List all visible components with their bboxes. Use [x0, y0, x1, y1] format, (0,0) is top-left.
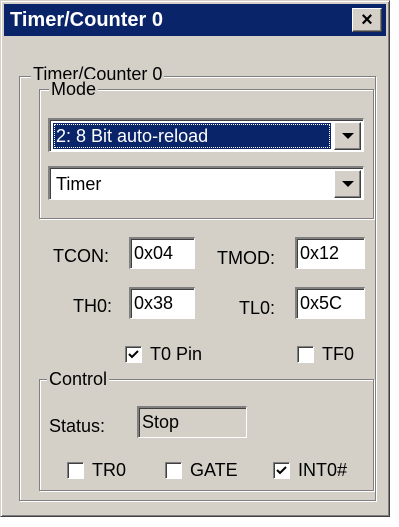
- chevron-down-icon: [341, 133, 354, 139]
- checkmark-icon: [128, 349, 139, 358]
- close-icon: ×: [361, 9, 373, 31]
- int0-label: INT0#: [298, 460, 348, 480]
- mode-select-value: 2: 8 Bit auto-reload: [53, 123, 331, 149]
- tr0-label: TR0: [92, 460, 127, 480]
- type-select-value: Timer: [56, 174, 102, 194]
- control-group-label: Control: [47, 369, 110, 389]
- mode-select[interactable]: 2: 8 Bit auto-reload: [48, 118, 364, 152]
- tr0-box[interactable]: [67, 461, 84, 479]
- t0-pin-label: T0 Pin: [150, 344, 203, 364]
- tl0-field[interactable]: 0x5C: [295, 287, 365, 319]
- type-dropdown-button[interactable]: [334, 170, 361, 198]
- t0-pin-box[interactable]: [125, 345, 142, 363]
- close-button[interactable]: ×: [352, 8, 382, 32]
- chevron-down-icon: [341, 181, 354, 187]
- int0-checkbox[interactable]: INT0#: [273, 459, 347, 481]
- status-field: Stop: [137, 406, 247, 438]
- tmod-field[interactable]: 0x12: [295, 237, 365, 269]
- gate-label: GATE: [190, 460, 238, 480]
- tmod-label: TMOD:: [217, 248, 275, 268]
- mode-dropdown-button[interactable]: [334, 122, 361, 150]
- gate-box[interactable]: [165, 461, 182, 479]
- checkmark-icon: [276, 465, 287, 474]
- int0-box[interactable]: [273, 461, 290, 479]
- t0-pin-checkbox[interactable]: T0 Pin: [125, 343, 202, 365]
- tf0-label: TF0: [322, 344, 355, 364]
- th0-label: TH0:: [73, 296, 113, 316]
- tcon-field[interactable]: 0x04: [129, 237, 195, 269]
- gate-checkbox[interactable]: GATE: [165, 459, 238, 481]
- tf0-box[interactable]: [297, 345, 314, 363]
- timer-counter-window: Timer/Counter 0 × Timer/Counter 0 Mode 2…: [0, 0, 390, 517]
- mode-group-label: Mode: [49, 79, 99, 99]
- window-title: Timer/Counter 0: [10, 9, 163, 31]
- title-bar[interactable]: Timer/Counter 0 ×: [4, 4, 386, 36]
- tl0-label: TL0:: [239, 298, 276, 318]
- tcon-label: TCON:: [53, 246, 109, 266]
- status-label: Status:: [49, 416, 106, 436]
- type-select[interactable]: Timer: [48, 166, 364, 200]
- tf0-checkbox[interactable]: TF0: [297, 343, 354, 365]
- th0-field[interactable]: 0x38: [129, 287, 195, 319]
- tr0-checkbox[interactable]: TR0: [67, 459, 126, 481]
